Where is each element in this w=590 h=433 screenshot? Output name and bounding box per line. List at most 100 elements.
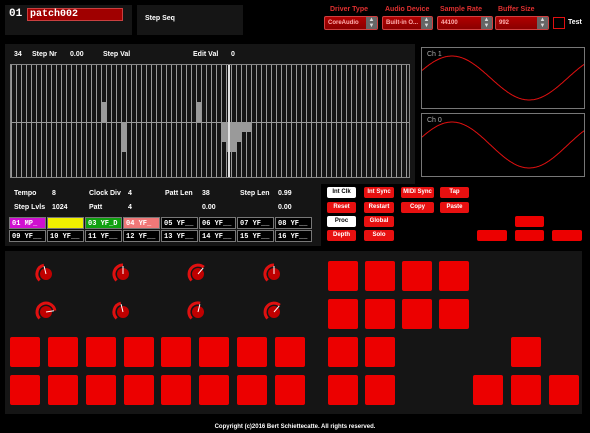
step-column[interactable] [176, 65, 177, 177]
pad-button[interactable] [275, 337, 305, 367]
knob[interactable] [111, 300, 135, 324]
step-column[interactable] [121, 65, 122, 177]
step-column[interactable] [321, 65, 322, 177]
step-column[interactable] [96, 65, 97, 177]
step-column[interactable] [201, 65, 202, 177]
step-column[interactable] [131, 65, 132, 177]
step-column[interactable] [336, 65, 337, 177]
step-column[interactable] [136, 65, 137, 177]
knob[interactable] [262, 300, 286, 324]
step-column[interactable] [266, 65, 267, 177]
pad-button[interactable] [439, 261, 469, 291]
midi-sync-button[interactable]: MIDI Sync [401, 187, 434, 198]
step-column[interactable] [66, 65, 67, 177]
pattern-slot[interactable]: 15 YF__ [237, 230, 274, 242]
knob[interactable] [186, 300, 210, 324]
patt-value[interactable]: 4 [128, 204, 132, 211]
step-column[interactable] [331, 65, 332, 177]
patch-name-field[interactable]: patch002 [27, 8, 123, 21]
pattern-slot[interactable]: 16 YF__ [275, 230, 312, 242]
step-grid[interactable] [10, 64, 410, 178]
pattern-slot[interactable]: 01 MP_ [9, 217, 46, 229]
step-column[interactable] [406, 65, 407, 177]
pattern-slot[interactable]: 12 YF__ [123, 230, 160, 242]
int-sync-button[interactable]: Int Sync [364, 187, 394, 198]
step-column[interactable] [31, 65, 32, 177]
step-column[interactable] [361, 65, 362, 177]
step-column[interactable] [36, 65, 37, 177]
step-column[interactable] [161, 65, 162, 177]
step-column[interactable] [371, 65, 372, 177]
step-column[interactable] [236, 65, 237, 177]
step-column[interactable] [401, 65, 402, 177]
step-column[interactable] [221, 65, 222, 177]
pad-button[interactable] [328, 299, 358, 329]
step-column[interactable] [171, 65, 172, 177]
step-column[interactable] [246, 65, 247, 177]
step-column[interactable] [316, 65, 317, 177]
pad-button[interactable] [473, 375, 503, 405]
step-column[interactable] [16, 65, 17, 177]
step-column[interactable] [326, 65, 327, 177]
mini-pad[interactable] [552, 230, 582, 241]
step-column[interactable] [301, 65, 302, 177]
step-column[interactable] [291, 65, 292, 177]
pad-button[interactable] [48, 375, 78, 405]
pad-button[interactable] [275, 375, 305, 405]
step-column[interactable] [216, 65, 217, 177]
step-column[interactable] [306, 65, 307, 177]
pad-button[interactable] [328, 337, 358, 367]
buffer-size-select[interactable]: 992 ▲ ▼ [495, 16, 549, 30]
pad-button[interactable] [199, 337, 229, 367]
step-column[interactable] [56, 65, 57, 177]
copy-button[interactable]: Copy [401, 202, 434, 213]
pad-button[interactable] [328, 261, 358, 291]
pad-button[interactable] [549, 375, 579, 405]
step-column[interactable] [281, 65, 282, 177]
step-column[interactable] [111, 65, 112, 177]
step-column[interactable] [261, 65, 262, 177]
pattern-slot[interactable]: 07 YF__ [237, 217, 274, 229]
paste-button[interactable]: Paste [440, 202, 469, 213]
step-column[interactable] [241, 65, 242, 177]
pad-button[interactable] [511, 337, 541, 367]
pad-button[interactable] [48, 337, 78, 367]
patch-number[interactable]: 01 [9, 8, 25, 21]
pad-button[interactable] [86, 337, 116, 367]
step-column[interactable] [106, 65, 107, 177]
pad-button[interactable] [511, 375, 541, 405]
mini-pad[interactable] [477, 230, 507, 241]
pattern-slot[interactable]: 13 YF__ [161, 230, 198, 242]
driver-type-select[interactable]: CoreAudio ▲ ▼ [324, 16, 378, 30]
step-column[interactable] [21, 65, 22, 177]
pattern-slot[interactable]: 06 YF__ [199, 217, 236, 229]
int-clk-button[interactable]: Int Clk [327, 187, 356, 198]
pattern-slot[interactable]: 05 YF__ [161, 217, 198, 229]
step-lvls-value[interactable]: 1024 [52, 204, 68, 211]
pattern-slot[interactable]: 02 YF_ [47, 217, 84, 229]
restart-button[interactable]: Restart [364, 202, 394, 213]
step-column[interactable] [276, 65, 277, 177]
pad-button[interactable] [402, 299, 432, 329]
pad-button[interactable] [161, 337, 191, 367]
step-column[interactable] [166, 65, 167, 177]
pad-button[interactable] [365, 299, 395, 329]
step-column[interactable] [81, 65, 82, 177]
step-column[interactable] [211, 65, 212, 177]
step-column[interactable] [141, 65, 142, 177]
step-column[interactable] [391, 65, 392, 177]
tempo-value[interactable]: 8 [52, 190, 56, 197]
step-column[interactable] [51, 65, 52, 177]
step-column[interactable] [116, 65, 117, 177]
step-column[interactable] [91, 65, 92, 177]
step-column[interactable] [41, 65, 42, 177]
pad-button[interactable] [439, 299, 469, 329]
pad-button[interactable] [161, 375, 191, 405]
step-column[interactable] [191, 65, 192, 177]
depth-button[interactable]: Depth [327, 230, 356, 241]
test-checkbox[interactable] [553, 17, 565, 29]
step-column[interactable] [61, 65, 62, 177]
step-column[interactable] [396, 65, 397, 177]
knob[interactable] [34, 262, 58, 286]
step-column[interactable] [351, 65, 352, 177]
